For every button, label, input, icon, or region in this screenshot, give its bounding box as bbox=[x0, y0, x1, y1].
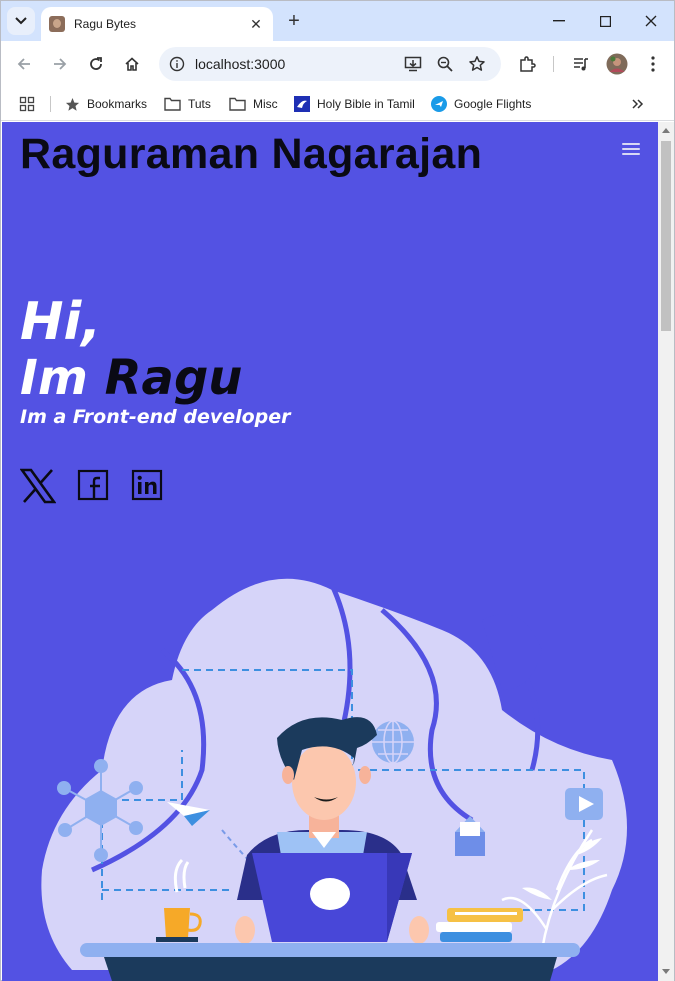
avatar bbox=[606, 53, 628, 75]
arrow-right-icon bbox=[54, 58, 67, 70]
chevron-down-icon bbox=[15, 17, 27, 25]
scrollbar-thumb[interactable] bbox=[661, 141, 671, 331]
hero-greeting: Hi, bbox=[20, 292, 102, 352]
toolbar-divider bbox=[553, 56, 554, 72]
bookmarks-bar: Bookmarks Tuts Misc Holy Bible in Tamil … bbox=[1, 87, 674, 121]
title-bar: Ragu Bytes ✕ + bbox=[1, 1, 674, 41]
new-tab-button[interactable]: + bbox=[283, 10, 305, 32]
bookmark-label: Bookmarks bbox=[87, 97, 148, 111]
bookmark-label: Holy Bible in Tamil bbox=[317, 97, 415, 111]
forward-button[interactable] bbox=[46, 50, 74, 78]
address-bar[interactable]: localhost:3000 bbox=[159, 47, 501, 81]
reload-icon bbox=[90, 57, 102, 70]
linkedin-icon[interactable] bbox=[130, 468, 166, 504]
home-button[interactable] bbox=[118, 50, 146, 78]
bookmark-holy-bible-in-tamil[interactable]: Holy Bible in Tamil bbox=[294, 93, 415, 115]
menu-icon-bar bbox=[622, 143, 640, 145]
minimize-icon bbox=[553, 20, 565, 22]
folder-icon bbox=[229, 97, 246, 111]
bookmarks-divider bbox=[50, 96, 51, 112]
bookmark-bookmarks[interactable]: Bookmarks bbox=[65, 93, 147, 115]
double-chevron-right-icon bbox=[632, 99, 644, 109]
apps-grid-icon bbox=[19, 96, 35, 112]
x-icon[interactable] bbox=[20, 468, 56, 504]
scroll-down-arrow-icon[interactable] bbox=[662, 969, 670, 974]
bible-favicon bbox=[294, 96, 310, 112]
bookmark-misc[interactable]: Misc bbox=[229, 93, 278, 115]
close-window-button[interactable] bbox=[628, 1, 674, 41]
browser-tab[interactable]: Ragu Bytes ✕ bbox=[41, 7, 273, 41]
menu-icon-bar bbox=[622, 148, 640, 150]
bookmark-tuts[interactable]: Tuts bbox=[164, 93, 211, 115]
developer-illustration bbox=[41, 578, 627, 981]
flights-favicon bbox=[431, 96, 447, 112]
browser-window: Ragu Bytes ✕ + localhost:3000 Bookmarks … bbox=[0, 0, 675, 981]
tab-search-button[interactable] bbox=[7, 7, 35, 35]
install-app-icon[interactable] bbox=[404, 55, 422, 73]
arrow-left-icon bbox=[17, 58, 30, 70]
site-info-icon[interactable] bbox=[169, 56, 185, 72]
browser-toolbar: localhost:3000 bbox=[1, 41, 674, 87]
hero-role: Im a Front-end developer bbox=[20, 406, 291, 428]
more-bookmarks-button[interactable] bbox=[631, 93, 645, 115]
tab-title: Ragu Bytes bbox=[74, 17, 137, 31]
site-title[interactable]: Raguraman Nagarajan bbox=[20, 130, 482, 179]
minimize-button[interactable] bbox=[536, 1, 582, 41]
menu-icon-bar bbox=[622, 153, 640, 155]
tab-close-icon[interactable]: ✕ bbox=[247, 15, 265, 33]
hamburger-menu-button[interactable] bbox=[622, 143, 640, 159]
home-icon bbox=[125, 57, 139, 71]
star-icon bbox=[65, 97, 80, 111]
close-icon bbox=[645, 15, 657, 27]
bookmark-label: Misc bbox=[253, 97, 278, 111]
page-scrollbar[interactable] bbox=[658, 122, 674, 981]
apps-button[interactable] bbox=[19, 93, 35, 115]
web-page: Raguraman Nagarajan Hi, Im Ragu Im a Fro… bbox=[2, 122, 658, 981]
folder-icon bbox=[164, 97, 181, 111]
bookmark-label: Tuts bbox=[188, 97, 211, 111]
hero-intro: Im Ragu bbox=[20, 350, 242, 406]
bookmark-google-flights[interactable]: Google Flights bbox=[431, 93, 531, 115]
queue-music-icon bbox=[574, 58, 588, 71]
tab-favicon bbox=[49, 16, 65, 32]
scroll-up-arrow-icon[interactable] bbox=[662, 128, 670, 133]
reload-button[interactable] bbox=[82, 50, 110, 78]
maximize-icon bbox=[599, 15, 611, 27]
bookmark-star-icon[interactable] bbox=[468, 55, 486, 73]
extensions-button[interactable] bbox=[513, 50, 541, 78]
profile-button[interactable] bbox=[603, 50, 631, 78]
browser-menu-button[interactable] bbox=[639, 50, 667, 78]
facebook-icon[interactable] bbox=[76, 468, 112, 504]
more-vert-icon bbox=[651, 56, 655, 72]
url-text: localhost:3000 bbox=[195, 56, 286, 72]
back-button[interactable] bbox=[10, 50, 38, 78]
zoom-icon[interactable] bbox=[436, 55, 454, 73]
bookmark-label: Google Flights bbox=[454, 97, 532, 111]
hero-intro-prefix: Im bbox=[20, 350, 105, 406]
media-controls-button[interactable] bbox=[567, 50, 595, 78]
puzzle-icon bbox=[520, 56, 536, 72]
hero-name: Ragu bbox=[104, 350, 243, 406]
maximize-button[interactable] bbox=[582, 1, 628, 41]
